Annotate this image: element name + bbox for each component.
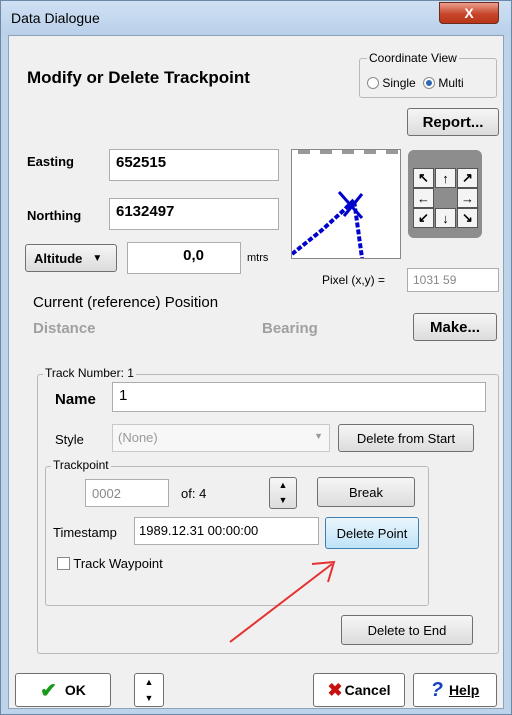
northing-field[interactable]: 6132497 [109, 198, 279, 230]
easting-label: Easting [27, 154, 74, 169]
report-button[interactable]: Report... [407, 108, 499, 136]
style-dropdown[interactable]: (None) ▼ [112, 424, 330, 452]
distance-label: Distance [33, 320, 96, 337]
stepper-down-icon[interactable]: ▼ [270, 493, 296, 508]
name-label: Name [55, 391, 96, 408]
nav-east-icon[interactable]: → [457, 188, 478, 208]
pixel-label: Pixel (x,y) = [322, 273, 386, 287]
nav-southeast-icon[interactable]: ↘ [457, 208, 478, 228]
track-waypoint-label: Track Waypoint [73, 556, 163, 571]
ok-button[interactable]: ✔ OK [15, 673, 111, 707]
footer-stepper[interactable]: ▲ ▼ [134, 673, 164, 707]
timestamp-field[interactable]: 1989.12.31 00:00:00 [134, 517, 319, 545]
trackpoint-stepper[interactable]: ▲ ▼ [269, 477, 297, 509]
track-waypoint-option: Track Waypoint [57, 556, 163, 571]
multi-radio[interactable] [423, 77, 436, 89]
coordinate-view-options: Single Multi [367, 76, 464, 90]
nav-west-icon[interactable]: ← [413, 188, 434, 208]
altitude-field[interactable]: 0,0 [127, 242, 241, 274]
northing-label: Northing [27, 208, 82, 223]
trackpoint-index-field[interactable]: 0002 [85, 479, 169, 507]
window-title: Data Dialogue [11, 10, 100, 26]
altitude-label: Altitude [34, 250, 83, 266]
bearing-label: Bearing [262, 320, 318, 337]
current-position-label: Current (reference) Position [33, 294, 219, 311]
coordinate-view-label: Coordinate View [367, 51, 459, 65]
delete-from-start-button[interactable]: Delete from Start [338, 424, 474, 452]
cancel-x-icon: ✖ [327, 679, 343, 700]
dialog-body: Modify or Delete Trackpoint Coordinate V… [8, 35, 504, 709]
cancel-label: Cancel [344, 682, 391, 698]
nav-south-icon[interactable]: ↓ [435, 208, 456, 228]
style-label: Style [55, 432, 84, 447]
help-question-icon: ? [430, 678, 443, 701]
chevron-down-icon: ▼ [314, 431, 323, 441]
map-top-ticks [298, 150, 398, 154]
altitude-dropdown[interactable]: Altitude ▼ [25, 244, 117, 272]
altitude-unit: mtrs [247, 252, 269, 264]
dialog-heading: Modify or Delete Trackpoint [27, 68, 250, 87]
delete-point-button[interactable]: Delete Point [325, 517, 419, 549]
navigation-pad: ↖ ↑ ↗ ← → ↙ ↓ ↘ [408, 150, 482, 238]
help-button[interactable]: ? Help [413, 673, 497, 707]
title-bar[interactable]: Data Dialogue X [1, 1, 511, 35]
stepper-down-icon[interactable]: ▼ [135, 690, 163, 706]
multi-radio-label: Multi [438, 76, 464, 90]
help-label: Help [448, 682, 480, 698]
chevron-down-icon: ▼ [92, 252, 103, 264]
break-button[interactable]: Break [317, 477, 415, 507]
style-value: (None) [118, 430, 158, 445]
ok-label: OK [64, 682, 86, 698]
trackpoint-count: of: 4 [181, 486, 207, 501]
track-waypoint-checkbox[interactable] [57, 557, 70, 570]
close-button[interactable]: X [439, 2, 499, 24]
checkmark-icon: ✔ [40, 679, 57, 702]
nav-northeast-icon[interactable]: ↗ [457, 168, 478, 188]
pixel-field: 1031 59 [407, 268, 499, 292]
dialog-window: Data Dialogue X Modify or Delete Trackpo… [0, 0, 512, 715]
annotation-arrow [229, 560, 336, 643]
stepper-up-icon[interactable]: ▲ [135, 674, 163, 690]
stepper-up-icon[interactable]: ▲ [270, 478, 296, 493]
timestamp-label: Timestamp [53, 525, 117, 540]
single-radio-label: Single [382, 76, 416, 90]
track-preview-map[interactable] [290, 149, 401, 259]
easting-field[interactable]: 652515 [109, 149, 279, 181]
delete-to-end-button[interactable]: Delete to End [341, 615, 473, 645]
name-field[interactable]: 1 [112, 382, 486, 412]
track-preview-svg [290, 150, 398, 259]
track-group-label: Track Number: 1 [43, 366, 136, 380]
nav-southwest-icon[interactable]: ↙ [413, 208, 434, 228]
nav-northwest-icon[interactable]: ↖ [413, 168, 434, 188]
nav-north-icon[interactable]: ↑ [435, 168, 456, 188]
trackpoint-group-label: Trackpoint [51, 458, 111, 472]
make-button[interactable]: Make... [413, 313, 497, 341]
cancel-button[interactable]: ✖ Cancel [313, 673, 405, 707]
single-radio[interactable] [367, 77, 379, 89]
